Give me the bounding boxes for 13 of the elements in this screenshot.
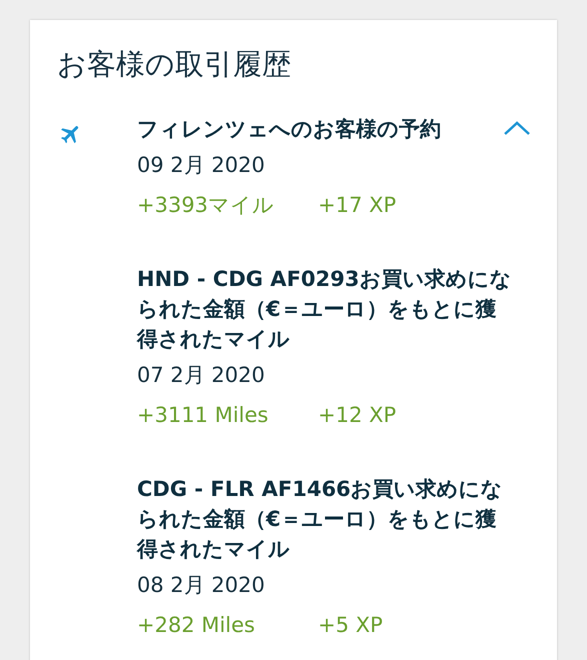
xp-text: +12 XP — [318, 402, 396, 429]
booking-title: フィレンツェへのお客様の予約 — [137, 116, 441, 143]
date-text: 07 2月 2020 — [137, 362, 266, 389]
card-title: お客様の取引履歴 — [57, 46, 292, 83]
transaction-title: HND - CDG AF0293お買い求めになられた金額（€＝ユーロ）をもとに獲得されたマイル — [137, 266, 512, 353]
date-text: 08 2月 2020 — [137, 572, 266, 599]
miles-text: +3111 Miles — [137, 402, 270, 429]
xp-text: +5 XP — [318, 612, 383, 639]
miles-text: +3393マイル — [137, 192, 276, 219]
transaction-title: CDG - FLR AF1466お買い求めになられた金額（€＝ユーロ）をもとに獲得されたマイル — [137, 476, 504, 563]
xp-text: +17 XP — [318, 192, 396, 219]
date-text: 09 2月 2020 — [137, 152, 266, 179]
miles-text: +282 Miles — [137, 612, 256, 639]
